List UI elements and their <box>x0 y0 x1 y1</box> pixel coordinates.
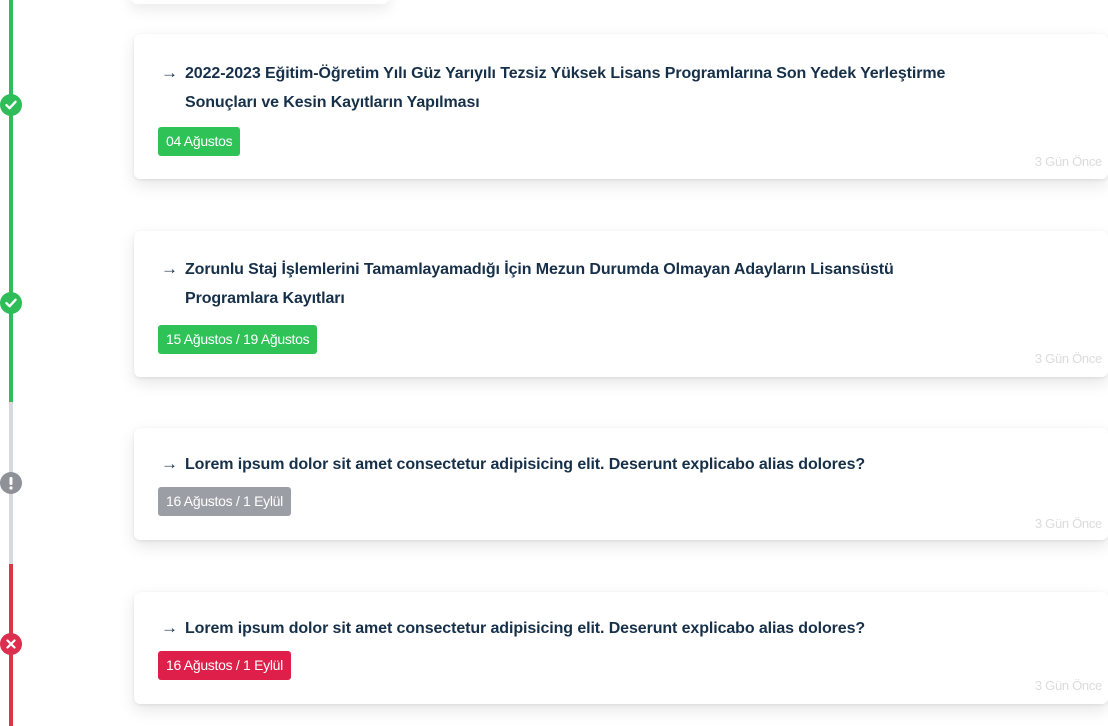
card-title[interactable]: → Lorem ipsum dolor sit amet consectetur … <box>161 613 1088 643</box>
time-ago: 3 Gün Önce <box>1034 516 1102 531</box>
timeline: → 2022-2023 Eğitim-Öğretim Yılı Güz Yarıy… <box>0 0 1108 726</box>
time-ago: 3 Gün Önce <box>1034 678 1102 693</box>
time-ago: 3 Gün Önce <box>1034 351 1102 366</box>
card-title-line: 2022-2023 Eğitim-Öğretim Yılı Güz Yarıyı… <box>185 65 946 82</box>
card-title-line: Lorem ipsum dolor sit amet consectetur a… <box>185 456 866 473</box>
card-title[interactable]: → Lorem ipsum dolor sit amet consectetur … <box>161 449 1088 479</box>
arrow-right-icon: → <box>161 454 178 473</box>
check-icon <box>0 292 22 314</box>
check-icon <box>0 94 22 116</box>
previous-card-edge <box>130 0 390 4</box>
card-title[interactable]: → Zorunlu Staj İşlemlerini Tamamlayamadığ… <box>161 254 1088 313</box>
timeline-card[interactable]: → Lorem ipsum dolor sit amet consectetur … <box>134 428 1108 540</box>
timeline-line-completed <box>9 0 13 402</box>
time-ago: 3 Gün Önce <box>1034 154 1102 169</box>
card-title-line: Zorunlu Staj İşlemlerini Tamamlayamadığı… <box>185 261 894 278</box>
x-icon <box>0 633 22 655</box>
card-title-line: Programlara Kayıtları <box>185 290 345 307</box>
arrow-right-icon: → <box>161 259 178 278</box>
arrow-right-icon: → <box>161 63 178 82</box>
date-badge: 16 Ağustos / 1 Eylül <box>158 487 291 516</box>
card-title[interactable]: → 2022-2023 Eğitim-Öğretim Yılı Güz Yarıy… <box>161 58 1088 117</box>
timeline-card[interactable]: → Zorunlu Staj İşlemlerini Tamamlayamadığ… <box>134 231 1108 377</box>
card-title-line: Sonuçları ve Kesin Kayıtların Yapılması <box>185 94 480 111</box>
date-badge: 15 Ağustos / 19 Ağustos <box>158 325 318 354</box>
card-title-line: Lorem ipsum dolor sit amet consectetur a… <box>185 620 866 637</box>
arrow-right-icon: → <box>161 618 178 637</box>
date-badge: 04 Ağustos <box>158 127 241 156</box>
date-badge: 16 Ağustos / 1 Eylül <box>158 651 291 680</box>
exclamation-icon <box>0 472 22 494</box>
timeline-card[interactable]: → 2022-2023 Eğitim-Öğretim Yılı Güz Yarıy… <box>134 34 1108 179</box>
timeline-card[interactable]: → Lorem ipsum dolor sit amet consectetur … <box>134 592 1108 704</box>
